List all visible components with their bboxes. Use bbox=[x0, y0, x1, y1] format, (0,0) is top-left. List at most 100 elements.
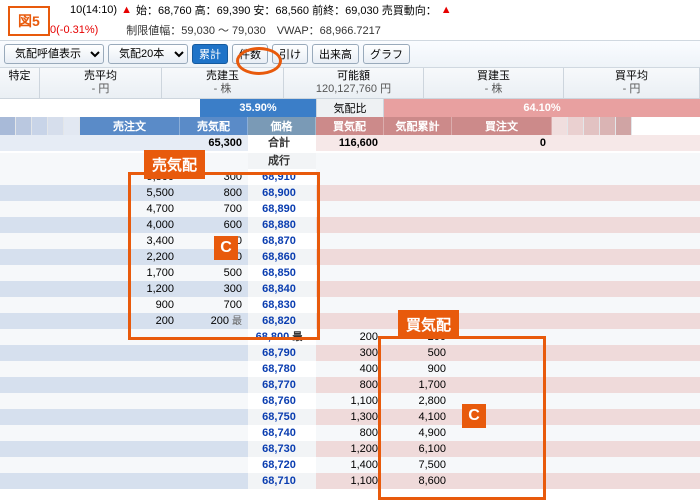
graph-button[interactable]: グラフ bbox=[363, 44, 410, 64]
nariyuki-row: 成行 bbox=[0, 153, 700, 169]
sell-c-marker: C bbox=[214, 236, 238, 260]
sell-order-cell: 4,000 bbox=[80, 217, 180, 233]
toolbar: 気配呼値表示 気配20本 累計 件数 引け 出来高 グラフ bbox=[0, 40, 700, 68]
price-cell: 68,820 bbox=[248, 313, 316, 329]
table-row: 5,80030068,910 bbox=[0, 169, 700, 185]
buy-kehai-cell bbox=[316, 297, 384, 313]
buy-order-cell bbox=[452, 329, 552, 345]
dekidaka-button[interactable]: 出来高 bbox=[312, 44, 359, 64]
sell-avg-header: 売平均- 円 bbox=[40, 68, 162, 98]
buy-ratio: 64.10% bbox=[384, 99, 700, 117]
kehai-ruikei-cell: 500 bbox=[384, 345, 452, 361]
kehai-ruikei-cell bbox=[384, 169, 452, 185]
table-row: 68,7201,4007,500 bbox=[0, 457, 700, 473]
sell-order-cell: 2,200 bbox=[80, 249, 180, 265]
kehai-ruikei-cell bbox=[384, 265, 452, 281]
buy-kehai-col: 買気配 bbox=[316, 117, 384, 135]
nariyuki-label: 成行 bbox=[248, 153, 316, 169]
buy-order-cell bbox=[452, 313, 552, 329]
table-row: 2,20050068,860 bbox=[0, 249, 700, 265]
buy-kehai-cell bbox=[316, 313, 384, 329]
kehai-count-select[interactable]: 気配20本 bbox=[108, 44, 188, 64]
sell-order-cell: 900 bbox=[80, 297, 180, 313]
buy-order-cell bbox=[452, 473, 552, 489]
sum-price-label: 合計 bbox=[248, 135, 316, 151]
quote-line2: 0(-0.31%) 制限値幅：59,030 ～ 79,030 VWAP：68,9… bbox=[0, 20, 700, 40]
table-row: 5,50080068,900 bbox=[0, 185, 700, 201]
ohlc-text: 始：68,760 高：69,390 安：68,560 前終：69,030 売買動… bbox=[136, 2, 437, 18]
kehai-ruikei-cell: 6,100 bbox=[384, 441, 452, 457]
quote-line1: 10(14:10) ▲ 始：68,760 高：69,390 安：68,560 前… bbox=[0, 0, 700, 20]
price-cell: 68,870 bbox=[248, 233, 316, 249]
buy-order-cell bbox=[452, 169, 552, 185]
sell-order-cell bbox=[80, 441, 180, 457]
sell-ratio: 35.90% bbox=[200, 99, 316, 117]
kehai-ruikei-cell bbox=[384, 233, 452, 249]
sell-order-cell bbox=[80, 473, 180, 489]
sum-sell-kehai: 65,300 bbox=[180, 135, 248, 151]
figure-badge: 図5 bbox=[8, 6, 50, 36]
sell-kehai-cell bbox=[180, 393, 248, 409]
buy-order-cell bbox=[452, 217, 552, 233]
ratio-label: 気配比 bbox=[316, 99, 384, 117]
sell-kehai-cell bbox=[180, 377, 248, 393]
price-cell: 68,840 bbox=[248, 281, 316, 297]
price-cell: 68,720 bbox=[248, 457, 316, 473]
sell-order-cell bbox=[80, 345, 180, 361]
kehai-ruikei-cell bbox=[384, 281, 452, 297]
buy-pos-header: 買建玉- 株 bbox=[424, 68, 564, 98]
table-row: 68,7501,3004,100 bbox=[0, 409, 700, 425]
buy-order-cell bbox=[452, 185, 552, 201]
buy-avg-header: 買平均- 円 bbox=[564, 68, 700, 98]
price-cell: 68,800 最 bbox=[248, 329, 316, 345]
price-cell: 68,830 bbox=[248, 297, 316, 313]
price-cell: 68,880 bbox=[248, 217, 316, 233]
buy-kehai-cell: 800 bbox=[316, 425, 384, 441]
price-cell: 68,900 bbox=[248, 185, 316, 201]
kehai-ruikei-col: 気配累計 bbox=[384, 117, 452, 135]
hike-button[interactable]: 引け bbox=[272, 44, 308, 64]
display-mode-select[interactable]: 気配呼値表示 bbox=[4, 44, 104, 64]
sell-kehai-cell bbox=[180, 361, 248, 377]
time: 10(14:10) bbox=[70, 4, 117, 16]
buy-order-cell bbox=[452, 361, 552, 377]
buy-c-marker: C bbox=[462, 404, 486, 428]
price-cell: 68,790 bbox=[248, 345, 316, 361]
sell-kehai-cell: 200 最 bbox=[180, 313, 248, 329]
table-row: 4,70070068,890 bbox=[0, 201, 700, 217]
ratio-bar: 35.90% 気配比 64.10% bbox=[0, 99, 700, 117]
sell-kehai-cell: 500 bbox=[180, 265, 248, 281]
ruikei-button[interactable]: 累計 bbox=[192, 44, 228, 64]
sum-buy-kehai: 116,600 bbox=[316, 135, 384, 151]
buy-kehai-cell: 1,200 bbox=[316, 441, 384, 457]
limit-vwap: 制限値幅：59,030 ～ 79,030 VWAP：68,966.7217 bbox=[126, 22, 381, 38]
price-cell: 68,710 bbox=[248, 473, 316, 489]
kehai-ruikei-cell: 4,100 bbox=[384, 409, 452, 425]
table-row: 68,800 最200200 bbox=[0, 329, 700, 345]
table-row: 3,4001,20068,870 bbox=[0, 233, 700, 249]
table-row: 68,780400900 bbox=[0, 361, 700, 377]
summary-row: 65,300 合計 116,600 0 bbox=[0, 135, 700, 153]
price-cell: 68,770 bbox=[248, 377, 316, 393]
sell-order-cell bbox=[80, 377, 180, 393]
sell-order-cell: 1,200 bbox=[80, 281, 180, 297]
change-pct: 0(-0.31%) bbox=[50, 24, 98, 36]
buy-order-cell bbox=[452, 457, 552, 473]
table-row: 68,7601,1002,800 bbox=[0, 393, 700, 409]
buy-kehai-cell: 300 bbox=[316, 345, 384, 361]
kehai-ruikei-cell: 900 bbox=[384, 361, 452, 377]
sell-kehai-cell: 700 bbox=[180, 201, 248, 217]
up-triangle-icon: ▲ bbox=[441, 4, 452, 16]
buy-order-cell bbox=[452, 233, 552, 249]
sell-order-cell bbox=[80, 457, 180, 473]
kensu-button[interactable]: 件数 bbox=[232, 44, 268, 64]
sell-kehai-cell: 300 bbox=[180, 281, 248, 297]
buy-order-cell bbox=[452, 281, 552, 297]
kehai-ruikei-cell: 7,500 bbox=[384, 457, 452, 473]
account-type: 特定 bbox=[0, 68, 40, 98]
buy-kehai-cell: 200 bbox=[316, 329, 384, 345]
table-row: 68,790300500 bbox=[0, 345, 700, 361]
sell-kehai-col: 売気配 bbox=[180, 117, 248, 135]
sum-buy-order: 0 bbox=[452, 135, 552, 151]
available-header: 可能額120,127,760 円 bbox=[284, 68, 424, 98]
